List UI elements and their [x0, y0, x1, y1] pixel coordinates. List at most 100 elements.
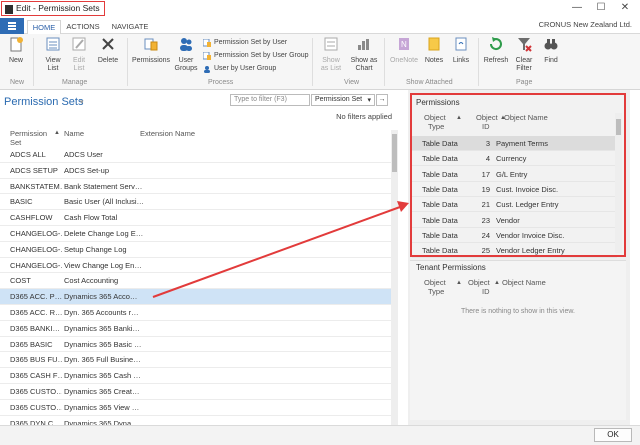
ok-button[interactable]: OK [594, 428, 632, 442]
table-row[interactable]: Table Data 25 Vendor Ledger Entry [412, 243, 617, 259]
filter-input[interactable]: Type to filter (F3) [230, 94, 310, 106]
scrollbar-thumb[interactable] [392, 134, 397, 172]
table-row[interactable]: CHANGELOG-…Delete Change Log E… [0, 226, 398, 242]
refresh-label: Refresh [483, 57, 509, 64]
maximize-button[interactable]: ☐ [594, 2, 608, 14]
notes-button[interactable]: Notes [422, 36, 446, 65]
table-row[interactable]: D365 CUSTO… Dynamics 365 Creat… [0, 384, 398, 400]
table-row[interactable]: Table Data 24 Vendor Invoice Disc. [412, 228, 617, 243]
user-groups-button[interactable]: User Groups [172, 36, 200, 73]
scrollbar[interactable] [391, 130, 398, 425]
filter-field-select[interactable]: Permission Set ▾ [311, 94, 375, 106]
sort-ascending-icon: ▲ [456, 280, 462, 286]
page-title[interactable]: Permission Sets [4, 96, 83, 108]
edit-list-button[interactable]: Edit List [68, 36, 90, 73]
table-row[interactable]: D365 CASH F… Dynamics 365 Cash … [0, 368, 398, 384]
view-list-button[interactable]: View List [42, 36, 64, 73]
table-row[interactable]: D365 BANKI… Dynamics 365 Banki… [0, 321, 398, 337]
tab-home[interactable]: HOME [27, 20, 61, 34]
object-name-cell: Payment Terms [496, 139, 548, 148]
scrollbar[interactable] [615, 113, 622, 253]
col-extension-name[interactable]: Extension Name [140, 129, 195, 138]
name-cell: Dyn. 365 Full Busine… [64, 355, 141, 365]
permission-set-cell: ADCS ALL [10, 150, 46, 159]
tab-navigate[interactable]: NAVIGATE [106, 20, 154, 34]
company-name[interactable]: CRONUS New Zealand Ltd. [539, 20, 632, 29]
col-object-type[interactable]: Object Type [424, 113, 446, 131]
table-row[interactable]: Table Data 23 Vendor [412, 213, 617, 228]
onenote-button[interactable]: N OneNote [388, 36, 420, 65]
table-row[interactable]: Table Data 21 Cust. Ledger Entry [412, 197, 617, 213]
name-cell: Dyn. 365 Accounts r… [64, 307, 139, 317]
show-chart-label: Show as [350, 57, 378, 64]
permission-set-cell: COST [10, 276, 31, 286]
chevron-down-icon[interactable]: ▾ [80, 98, 84, 106]
links-button[interactable]: Links [450, 36, 472, 65]
group-divider [312, 38, 313, 86]
permission-set-cell: D365 BUS FU… [10, 355, 62, 365]
col-object-name[interactable]: Object Name [504, 113, 548, 122]
col-tenant-object-type-label: Object [424, 278, 446, 287]
show-as-chart-button[interactable]: Show as Chart [348, 36, 380, 73]
object-id-cell: 17 [481, 169, 490, 179]
tab-actions[interactable]: ACTIONS [62, 20, 104, 34]
table-row[interactable]: BANKSTATEM… Bank Statement Serv… [0, 179, 398, 195]
refresh-button[interactable]: Refresh [482, 36, 510, 65]
refresh-icon [489, 37, 502, 51]
delete-icon [102, 38, 114, 50]
table-row[interactable]: Table Data 19 Cust. Invoice Disc. [412, 182, 617, 197]
col-permission-set[interactable]: Permission Set [10, 129, 47, 147]
object-name-cell: G/L Entry [496, 169, 528, 179]
permission-set-cell: CHANGELOG-… [10, 260, 62, 270]
group-process: Process [208, 79, 234, 86]
perm-set-by-user-button[interactable]: Permission Set by User [203, 38, 287, 48]
view-list-label-2: List [47, 65, 59, 72]
footer-bar: OK [0, 425, 640, 445]
table-row[interactable]: Table Data 4 Currency [412, 151, 617, 167]
table-row[interactable]: CASHFLOW Cash Flow Total [0, 210, 398, 226]
find-label: Find [544, 57, 558, 64]
clear-filter-button[interactable]: Clear Filter [512, 36, 536, 73]
name-cell: Dynamics 365 View … [64, 402, 140, 412]
col-object-type-label: Object [424, 113, 446, 122]
find-button[interactable]: Find [540, 36, 562, 65]
col-tenant-object-type[interactable]: Object Type [424, 278, 446, 296]
table-row[interactable]: CHANGELOG-…Setup Change Log [0, 242, 398, 258]
new-button[interactable]: New [6, 36, 26, 65]
name-cell: ADCS Set-up [64, 165, 110, 175]
show-as-list-button[interactable]: Show as List [316, 36, 346, 73]
table-row[interactable]: D365 ACC. P… Dynamics 365 Acco… [0, 289, 398, 305]
permissions-button[interactable]: Permissions [131, 36, 171, 65]
file-tab[interactable] [0, 18, 24, 34]
col-tenant-object-id[interactable]: Object ID [468, 278, 490, 296]
permissions-title: Permissions [416, 98, 460, 107]
close-button[interactable]: ✕ [618, 2, 632, 14]
object-name-cell: Cust. Invoice Disc. [496, 184, 559, 194]
table-row[interactable]: D365 BUS FU… Dyn. 365 Full Busine… [0, 352, 398, 369]
table-row[interactable]: BASIC Basic User (All Inclusi… [0, 194, 398, 211]
table-row[interactable]: CHANGELOG-…View Change Log En… [0, 258, 398, 274]
object-id-cell: 21 [481, 200, 490, 210]
col-name[interactable]: Name [64, 129, 84, 138]
col-tenant-object-name[interactable]: Object Name [502, 278, 546, 287]
table-row[interactable]: ADCS ALL ADCS User [0, 147, 398, 163]
col-object-id[interactable]: Object ID [476, 113, 498, 131]
minimize-button[interactable]: — [570, 2, 584, 14]
table-row[interactable]: Table Data 17 G/L Entry [412, 167, 617, 182]
window-title-text: Edit - Permission Sets [16, 3, 100, 13]
perm-by-group-label: Permission Set by User Group [214, 52, 309, 59]
table-row[interactable]: ADCS SETUP ADCS Set-up [0, 163, 398, 179]
table-row[interactable]: D365 BASIC Dynamics 365 Basic … [0, 337, 398, 353]
filter-go-button[interactable]: → [376, 94, 388, 106]
table-row[interactable]: D365 CUSTO… Dynamics 365 View … [0, 400, 398, 416]
scrollbar-thumb[interactable] [616, 119, 621, 135]
perm-set-by-group-button[interactable]: Permission Set by User Group [203, 51, 309, 61]
user-by-group-button[interactable]: User by User Group [203, 64, 276, 74]
table-row[interactable]: COST Cost Accounting [0, 273, 398, 290]
user-groups-icon [180, 38, 192, 51]
table-row[interactable]: Table Data 3 Payment Terms [412, 136, 617, 151]
permission-set-cell: D365 BASIC [10, 339, 53, 349]
show-list-icon [324, 37, 338, 51]
table-row[interactable]: D365 ACC. R… Dyn. 365 Accounts r… [0, 305, 398, 321]
delete-button[interactable]: Delete [94, 36, 122, 65]
